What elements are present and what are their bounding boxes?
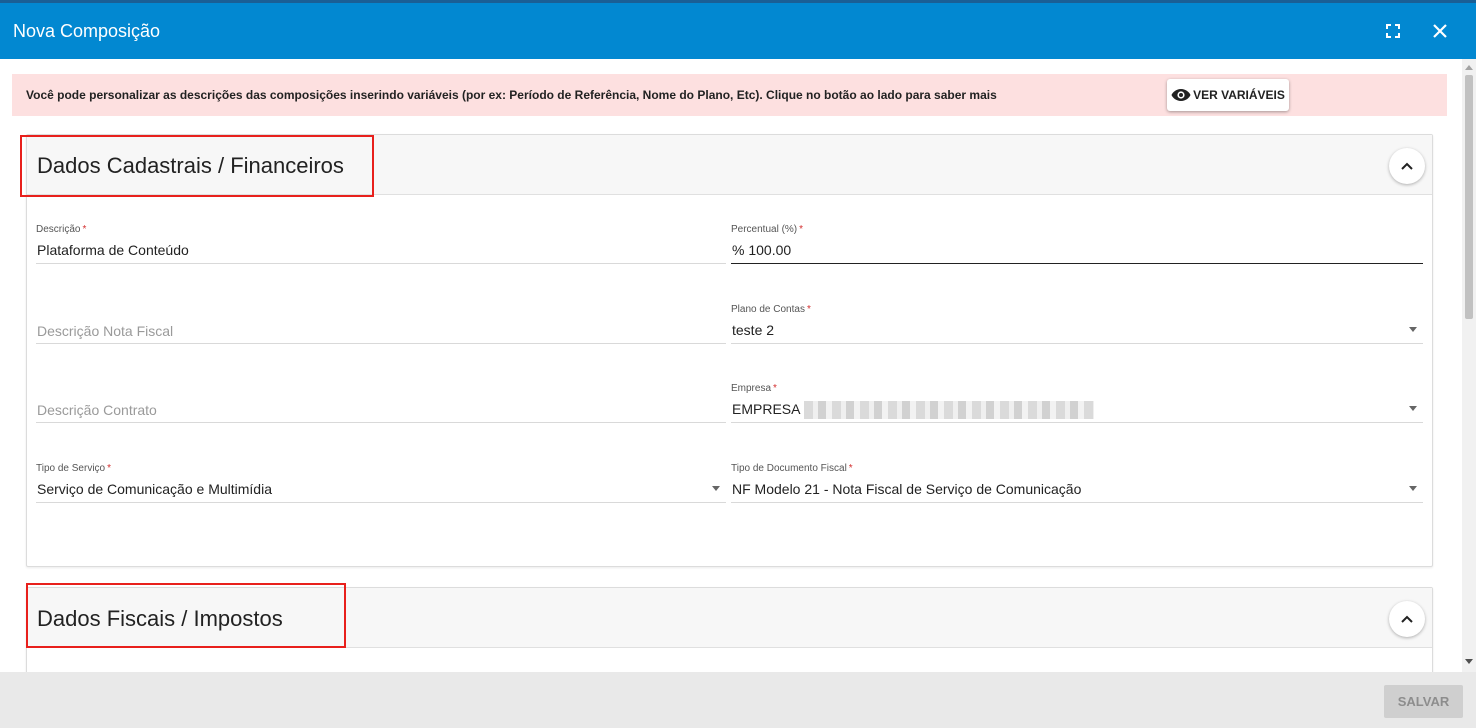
- percentual-value: % 100.00: [732, 242, 792, 258]
- scrollbar[interactable]: [1462, 59, 1476, 672]
- descricao-field[interactable]: Descrição * Plataforma de Conteúdo: [36, 224, 726, 264]
- chevron-up-icon: [1401, 162, 1413, 170]
- view-variables-label: VER VARIÁVEIS: [1193, 88, 1285, 102]
- empresa-value: EMPRESA: [732, 401, 801, 417]
- descricao-label: Descrição: [36, 224, 81, 235]
- required-mark: *: [773, 383, 777, 394]
- fullscreen-button[interactable]: [1381, 19, 1405, 43]
- chevron-up-icon: [1401, 615, 1413, 623]
- dropdown-arrow-icon[interactable]: [1409, 327, 1417, 332]
- dialog-footer: SALVAR: [0, 672, 1476, 728]
- tipo-de-documento-fiscal-value: NF Modelo 21 - Nota Fiscal de Serviço de…: [732, 481, 1082, 497]
- percentual-label: Percentual (%): [731, 224, 798, 235]
- percentual-field[interactable]: Percentual (%) * % 100.00: [731, 224, 1423, 264]
- dialog-title: Nova Composição: [13, 21, 161, 41]
- required-mark: *: [799, 224, 804, 235]
- dropdown-arrow-icon[interactable]: [1409, 486, 1417, 491]
- scroll-down-icon[interactable]: [1465, 659, 1473, 664]
- descricao-value: Plataforma de Conteúdo: [37, 242, 189, 258]
- save-button[interactable]: SALVAR: [1384, 685, 1463, 718]
- redacted-text: [804, 401, 1095, 420]
- fullscreen-icon: [1386, 24, 1400, 38]
- view-variables-button[interactable]: VER VARIÁVEIS: [1167, 79, 1289, 111]
- plano-de-contas-label: Plano de Contas: [731, 304, 805, 315]
- required-mark: *: [107, 463, 112, 474]
- dropdown-arrow-icon[interactable]: [1409, 406, 1417, 411]
- tipo-de-servico-label: Tipo de Serviço: [36, 463, 106, 474]
- dropdown-arrow-icon[interactable]: [712, 486, 720, 491]
- eye-icon: [1171, 89, 1191, 101]
- close-button[interactable]: [1428, 19, 1452, 43]
- tipo-de-documento-fiscal-select[interactable]: Tipo de Documento Fiscal * NF Modelo 21 -…: [731, 463, 1423, 503]
- tipo-de-documento-fiscal-label: Tipo de Documento Fiscal: [731, 463, 847, 474]
- highlight-box: [26, 583, 346, 648]
- collapse-button[interactable]: [1389, 148, 1425, 184]
- collapse-button[interactable]: [1389, 601, 1425, 637]
- plano-de-contas-value: teste 2: [732, 322, 775, 338]
- required-mark: *: [806, 304, 811, 315]
- empresa-label: Empresa: [731, 383, 772, 394]
- dialog-content[interactable]: Você pode personalizar as descrições das…: [0, 59, 1462, 672]
- required-mark: *: [848, 463, 853, 474]
- tipo-de-servico-value: Serviço de Comunicação e Multimídia: [37, 481, 272, 497]
- descricao-contrato-field[interactable]: Descrição Contrato: [36, 383, 726, 423]
- dialog-header: Nova Composição: [0, 3, 1476, 59]
- scroll-up-icon[interactable]: [1465, 65, 1473, 70]
- panel-dados-cadastrais: Dados Cadastrais / Financeiros Descrição…: [26, 134, 1433, 567]
- descricao-nota-fiscal-placeholder: Descrição Nota Fiscal: [37, 323, 174, 339]
- close-icon: [1433, 24, 1447, 38]
- descricao-contrato-placeholder: Descrição Contrato: [37, 402, 157, 418]
- scrollbar-thumb[interactable]: [1465, 75, 1473, 319]
- descricao-nota-fiscal-field[interactable]: Descrição Nota Fiscal: [36, 304, 726, 344]
- required-mark: *: [82, 224, 87, 235]
- tipo-de-servico-select[interactable]: Tipo de Serviço * Serviço de Comunicação …: [36, 463, 726, 503]
- info-message: Você pode personalizar as descrições das…: [26, 88, 997, 102]
- info-banner: Você pode personalizar as descrições das…: [12, 74, 1447, 116]
- empresa-select[interactable]: Empresa * EMPRESA: [731, 383, 1423, 423]
- plano-de-contas-select[interactable]: Plano de Contas * teste 2: [731, 304, 1423, 344]
- highlight-box: [20, 135, 374, 197]
